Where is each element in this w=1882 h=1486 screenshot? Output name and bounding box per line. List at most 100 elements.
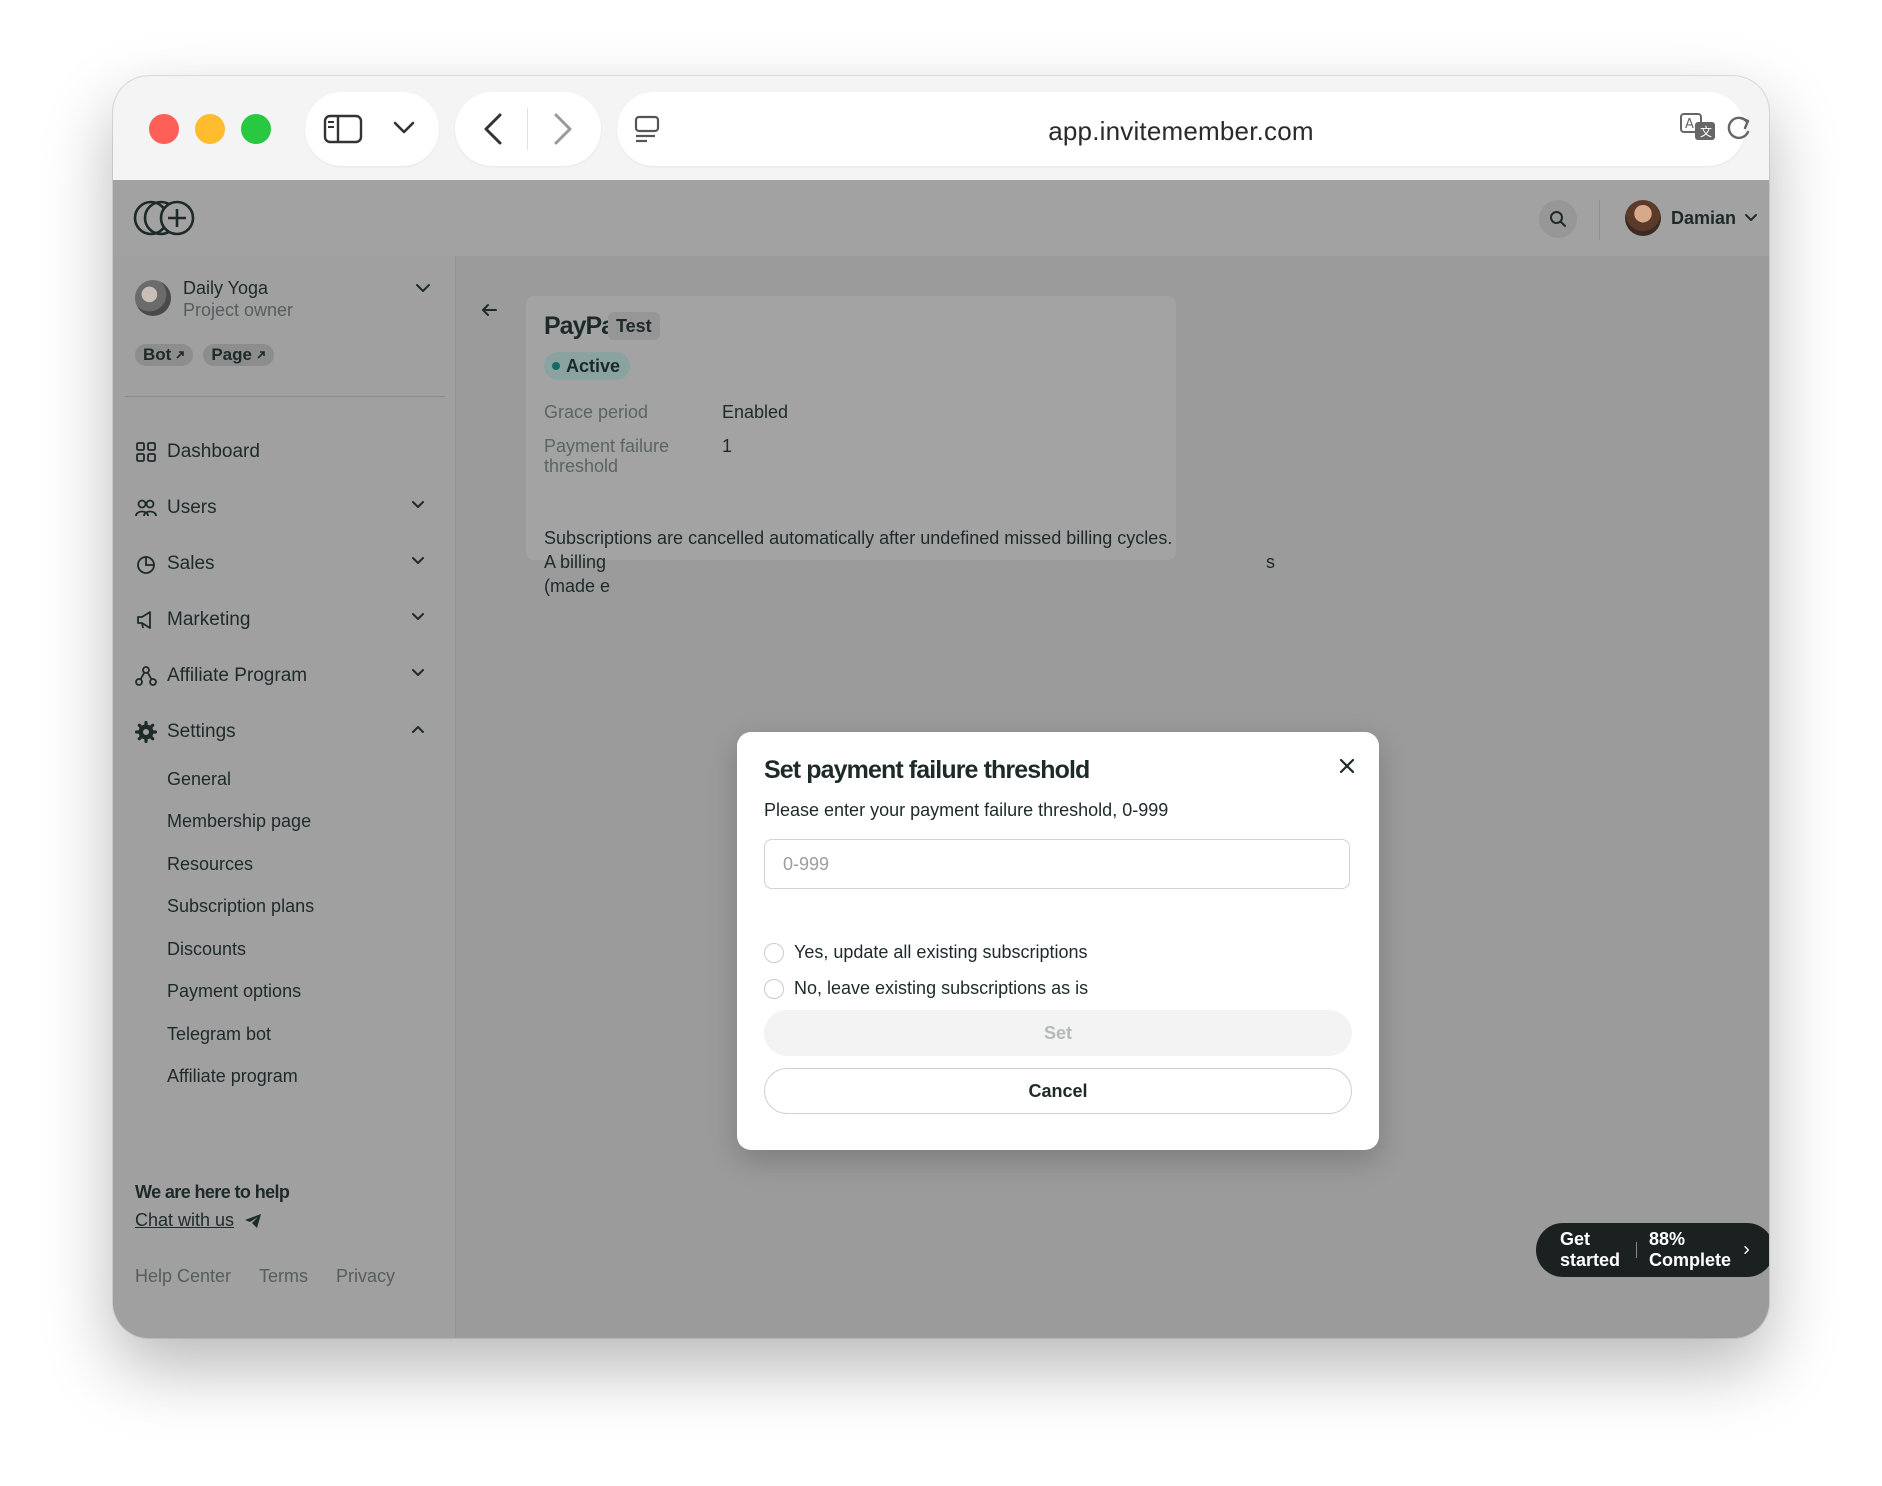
radio-update-all[interactable]: Yes, update all existing subscriptions — [764, 942, 1088, 963]
bot-link[interactable]: Bot — [135, 344, 194, 366]
grace-period-label: Grace period — [544, 402, 649, 422]
get-started-label: Get started — [1560, 1229, 1621, 1270]
affiliate-icon — [135, 666, 157, 686]
status-label: Active — [566, 355, 621, 376]
users-icon — [135, 499, 157, 517]
invitemember-logo-icon[interactable] — [133, 198, 199, 243]
sidebar-item-label: Marketing — [167, 609, 251, 630]
sidebar-item-label: Dashboard — [167, 441, 260, 462]
desc-line-3-start: (made e — [544, 576, 611, 596]
sidebar-item-marketing[interactable]: Marketing — [135, 606, 435, 634]
minimize-window-button[interactable] — [195, 114, 225, 144]
settings-item-subscription-plans[interactable]: Subscription plans — [167, 896, 314, 917]
chevron-down-icon — [412, 557, 424, 564]
chevron-right-icon — [1744, 1245, 1750, 1255]
reload-icon[interactable] — [1723, 112, 1753, 149]
sidebar-item-label: Sales — [167, 553, 215, 574]
get-started-button[interactable]: Get started 88% Complete — [1536, 1223, 1769, 1277]
page-link-label: Page — [211, 345, 252, 364]
external-link-icon — [257, 351, 265, 359]
sidebar-item-label: Affiliate Program — [167, 665, 308, 686]
sidebar-toggle-icon[interactable] — [323, 114, 363, 149]
user-menu[interactable]: Damian — [1625, 198, 1758, 238]
megaphone-icon — [137, 611, 151, 629]
sidebar-item-dashboard[interactable]: Dashboard — [135, 438, 435, 466]
radio-leave-existing[interactable]: No, leave existing subscriptions as is — [764, 978, 1088, 999]
project-switcher[interactable]: Daily Yoga Project owner — [135, 276, 435, 336]
svg-text:文: 文 — [1700, 124, 1712, 139]
threshold-modal: Set payment failure threshold Please ent… — [737, 732, 1379, 1150]
topbar-divider — [1599, 200, 1600, 240]
modal-description: Please enter your payment failure thresh… — [764, 800, 1169, 820]
sidebar-footer: Help Center Terms Privacy — [135, 1266, 395, 1287]
project-avatar — [135, 280, 171, 316]
close-icon[interactable] — [1335, 754, 1359, 778]
browser-chrome: app.invitemember.com A文 — [113, 76, 1769, 180]
radio-leave-existing-label: No, leave existing subscriptions as is — [794, 978, 1089, 998]
threshold-label: Payment failure threshold — [544, 436, 670, 476]
telegram-icon — [245, 1213, 262, 1228]
radio-circle[interactable] — [764, 978, 784, 999]
get-started-progress: 88% Complete — [1648, 1229, 1731, 1270]
radio-update-all-label: Yes, update all existing subscriptions — [794, 942, 1088, 962]
chat-link-label: Chat with us — [135, 1210, 235, 1230]
user-avatar — [1625, 200, 1661, 236]
settings-item-resources[interactable]: Resources — [167, 854, 253, 875]
back-icon[interactable] — [483, 112, 503, 151]
sidebar-item-users[interactable]: Users — [135, 494, 435, 522]
settings-item-payment-options[interactable]: Payment options — [167, 981, 301, 1002]
settings-item-affiliate-program[interactable]: Affiliate program — [167, 1066, 298, 1087]
history-nav-group — [455, 92, 601, 166]
threshold-value: 1 — [722, 436, 733, 456]
desc-line-2-end: s — [1266, 552, 1275, 572]
set-button[interactable]: Set — [764, 1010, 1352, 1056]
pie-chart-icon — [137, 556, 155, 574]
url-text: app.invitemember.com — [1048, 116, 1314, 146]
sidebar-item-affiliate-program[interactable]: Affiliate Program — [135, 662, 435, 690]
grid-icon — [136, 442, 156, 462]
sidebar-item-sales[interactable]: Sales — [135, 550, 435, 578]
app-topbar: Damian — [113, 180, 1769, 257]
forward-icon[interactable] — [553, 112, 573, 151]
grace-period-value: Enabled — [722, 402, 789, 422]
chevron-up-icon — [412, 726, 424, 733]
project-links: Bot Page — [135, 344, 274, 366]
help-center-link[interactable]: Help Center — [135, 1266, 231, 1287]
settings-item-general[interactable]: General — [167, 769, 231, 790]
search-button[interactable] — [1539, 200, 1577, 238]
project-role: Project owner — [183, 300, 294, 320]
address-bar[interactable]: app.invitemember.com A文 — [617, 92, 1750, 166]
settings-item-discounts[interactable]: Discounts — [167, 939, 246, 960]
sidebar-item-settings[interactable]: Settings — [135, 718, 435, 746]
back-arrow-icon[interactable] — [480, 302, 498, 323]
sidebar-divider — [125, 396, 445, 397]
settings-item-membership-page[interactable]: Membership page — [167, 811, 311, 832]
terms-link[interactable]: Terms — [259, 1266, 308, 1287]
sidebar-item-label: Users — [167, 497, 217, 518]
translate-icon[interactable]: A文 — [1679, 112, 1719, 149]
get-started-separator — [1635, 1242, 1637, 1258]
maximize-window-button[interactable] — [241, 114, 271, 144]
privacy-link[interactable]: Privacy — [336, 1266, 395, 1287]
threshold-input[interactable] — [764, 839, 1350, 889]
chevron-down-icon — [1745, 214, 1758, 221]
status-dot — [552, 362, 560, 370]
desc-line-1: Subscriptions are cancelled automaticall… — [544, 528, 1173, 548]
modal-title: Set payment failure threshold — [764, 756, 1090, 784]
cancel-button[interactable]: Cancel — [764, 1068, 1352, 1114]
chevron-down-icon[interactable] — [393, 120, 415, 141]
svg-text:A: A — [1685, 117, 1694, 132]
chat-with-us-link[interactable]: Chat with us — [135, 1210, 262, 1231]
radio-circle[interactable] — [764, 942, 784, 963]
settings-item-telegram-bot[interactable]: Telegram bot — [167, 1024, 271, 1045]
browser-window: app.invitemember.com A文 Damian Daily Yog… — [113, 76, 1769, 1338]
close-window-button[interactable] — [149, 114, 179, 144]
bot-link-label: Bot — [143, 345, 172, 364]
search-icon — [1550, 211, 1566, 227]
app: Damian Daily Yoga Project owner Bot Page — [113, 180, 1769, 1338]
chevron-down-icon — [412, 613, 424, 620]
card-description: Subscriptions are cancelled automaticall… — [544, 526, 1275, 598]
nav-divider — [527, 108, 528, 150]
page-link[interactable]: Page — [203, 344, 274, 366]
sidebar-item-label: Settings — [167, 721, 236, 742]
